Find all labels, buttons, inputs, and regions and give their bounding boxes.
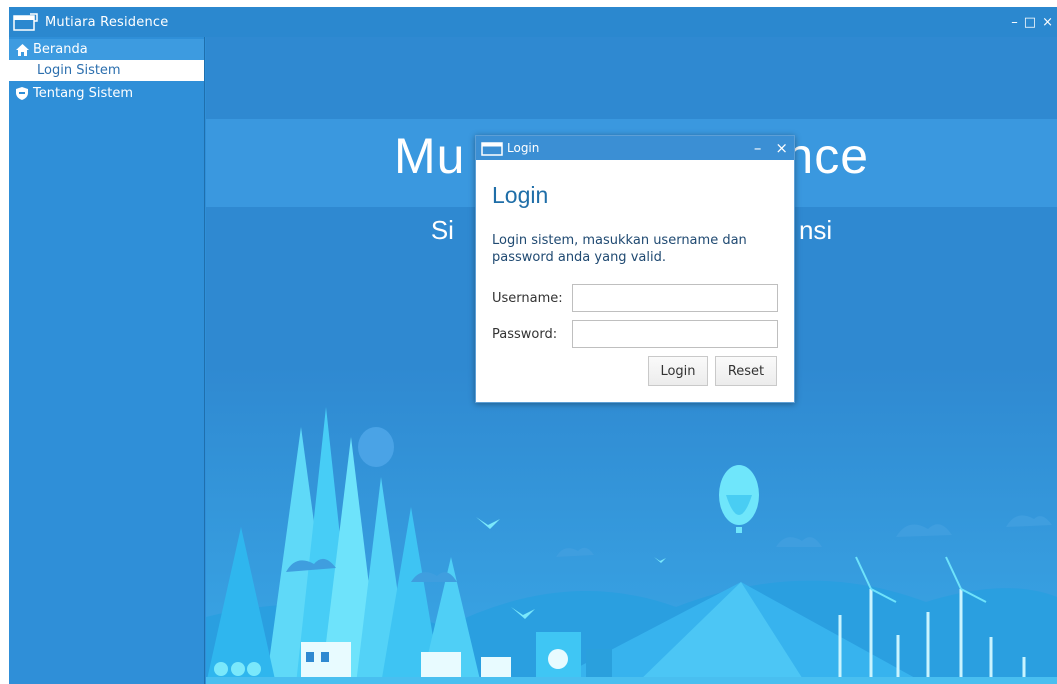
reset-button[interactable]: Reset	[715, 356, 777, 386]
password-label: Password:	[492, 326, 558, 342]
username-label: Username:	[492, 290, 563, 306]
sidebar-item-tentang-sistem[interactable]: Tentang Sistem	[9, 83, 204, 104]
sidebar: Beranda Login Sistem Tentang Sistem	[9, 37, 205, 684]
sidebar-item-login-sistem[interactable]: Login Sistem	[9, 60, 204, 81]
shield-icon	[15, 87, 29, 101]
dialog-minimize-button[interactable]: –	[754, 139, 762, 157]
password-input[interactable]	[572, 320, 778, 348]
dialog-titlebar[interactable]: Login – ×	[476, 136, 794, 160]
dialog-close-button[interactable]: ×	[775, 139, 788, 157]
window-titlebar[interactable]: Mutiara Residence – □ ×	[9, 7, 1057, 37]
username-row: Username:	[492, 284, 778, 312]
sidebar-item-beranda[interactable]: Beranda	[9, 39, 204, 60]
close-button[interactable]: ×	[1042, 15, 1053, 30]
hero-title-left: Mu	[393, 128, 466, 184]
home-icon	[15, 43, 29, 57]
login-button[interactable]: Login	[648, 356, 708, 386]
sidebar-item-label: Tentang Sistem	[33, 86, 134, 101]
window-title: Mutiara Residence	[45, 14, 169, 30]
app-window-icon	[13, 13, 38, 31]
sidebar-item-label: Beranda	[33, 42, 88, 57]
login-dialog: Login – × Login Login sistem, masukkan u…	[475, 135, 795, 403]
password-row: Password:	[492, 320, 778, 348]
username-input[interactable]	[572, 284, 778, 312]
sidebar-item-label: Login Sistem	[37, 63, 121, 78]
dialog-window-icon	[481, 141, 503, 156]
hero-title-right: nce	[785, 128, 870, 184]
dialog-heading: Login	[492, 182, 549, 208]
hero-subtitle-right: nsi	[798, 215, 833, 245]
hero-subtitle-left: Si	[430, 215, 454, 245]
city-landscape-illustration	[206, 367, 1057, 684]
minimize-button[interactable]: –	[1011, 15, 1018, 30]
maximize-button[interactable]: □	[1024, 15, 1036, 30]
dialog-description: Login sistem, masukkan username dan pass…	[492, 233, 747, 265]
dialog-title: Login	[507, 141, 540, 155]
